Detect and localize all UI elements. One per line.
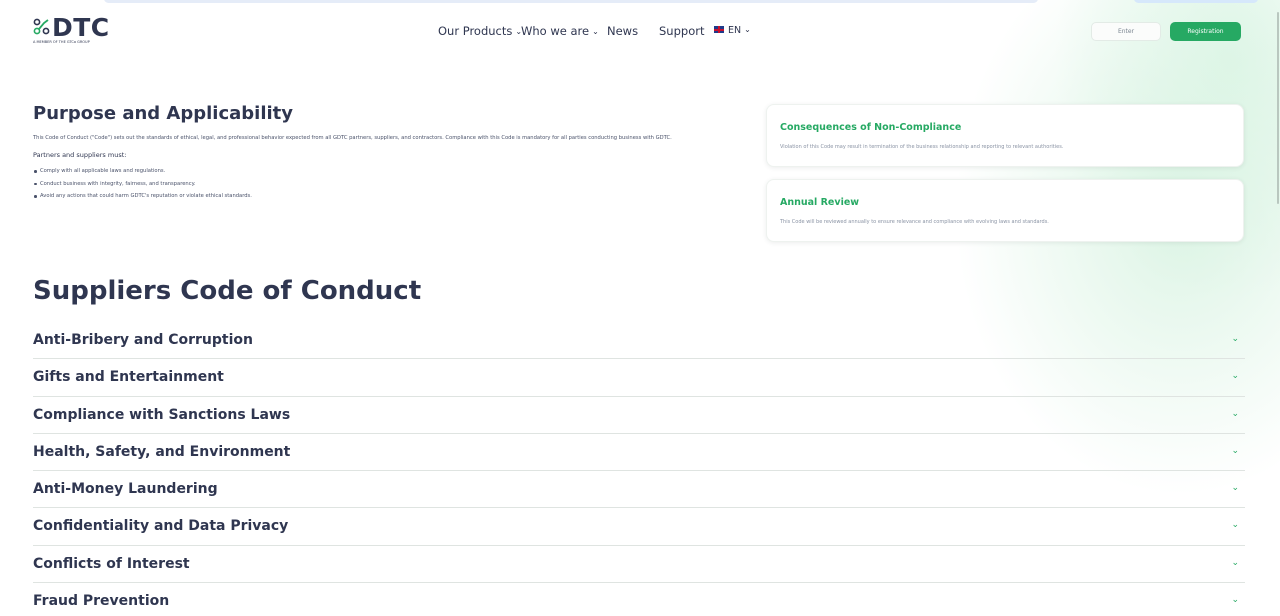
accordion-label: Health, Safety, and Environment: [33, 443, 291, 460]
list-item: Comply with all applicable laws and regu…: [33, 165, 753, 178]
nav-label: Our Products: [438, 24, 513, 38]
scrollbar-thumb[interactable]: [1277, 12, 1279, 204]
accordion-item-anti-bribery[interactable]: Anti-Bribery and Corruption ⌄: [33, 322, 1245, 360]
site-header: DTC A MEMBER OF THE GTCa GROUP Our Produ…: [0, 13, 1280, 50]
chevron-down-icon[interactable]: ⌄: [1231, 334, 1239, 344]
card-title: Annual Review: [780, 197, 860, 208]
chevron-down-icon[interactable]: ⌄: [1231, 409, 1239, 419]
accordion-label: Anti-Bribery and Corruption: [33, 332, 253, 348]
accordion-item-health-safety[interactable]: Health, Safety, and Environment ⌄: [33, 434, 1245, 472]
code-accordion: Anti-Bribery and Corruption ⌄ Gifts and …: [33, 322, 1245, 616]
nav-who-we-are[interactable]: Who we are ⌄: [521, 24, 599, 38]
accordion-label: Fraud Prevention: [33, 593, 170, 610]
enter-button[interactable]: Enter: [1091, 22, 1161, 41]
annual-review-card: Annual Review This Code will be reviewed…: [766, 179, 1244, 242]
nav-support[interactable]: Support: [659, 24, 704, 38]
chevron-down-icon: ⌄: [592, 27, 599, 36]
page-scrollbar[interactable]: [1276, 0, 1280, 616]
accordion-label: Confidentiality and Data Privacy: [33, 518, 289, 535]
accordion-item-conflicts[interactable]: Conflicts of Interest ⌄: [33, 546, 1245, 584]
accordion-label: Anti-Money Laundering: [33, 481, 218, 498]
nav-news[interactable]: News: [607, 24, 638, 38]
accordion-item-gifts[interactable]: Gifts and Entertainment ⌄: [33, 359, 1245, 397]
must-label: Partners and suppliers must:: [33, 151, 127, 159]
accordion-label: Gifts and Entertainment: [33, 369, 224, 386]
chevron-down-icon[interactable]: ⌄: [1231, 520, 1239, 530]
chevron-down-icon[interactable]: ⌄: [1231, 446, 1239, 456]
top-button-edge: [1134, 0, 1258, 3]
list-item: Avoid any actions that could harm GDTC's…: [33, 190, 753, 203]
consequences-card: Consequences of Non-Compliance Violation…: [766, 104, 1244, 167]
accordion-item-anti-money-laundering[interactable]: Anti-Money Laundering ⌄: [33, 471, 1245, 509]
browser-top-strip: [0, 0, 1280, 8]
language-selector[interactable]: EN ⌄: [714, 25, 751, 36]
registration-button[interactable]: Registration: [1170, 22, 1241, 41]
uk-flag-icon: [714, 26, 724, 33]
language-label: EN: [728, 25, 742, 36]
nav-our-products[interactable]: Our Products ⌄: [438, 24, 522, 38]
accordion-label: Compliance with Sanctions Laws: [33, 406, 291, 423]
logo-subtext: A MEMBER OF THE GTCa GROUP: [33, 40, 90, 44]
card-text: Violation of this Code may result in ter…: [780, 144, 1064, 150]
chevron-down-icon[interactable]: ⌄: [1231, 558, 1239, 568]
chevron-down-icon[interactable]: ⌄: [1231, 595, 1239, 605]
logo-text: DTC: [52, 13, 110, 42]
address-bar-edge: [104, 0, 1038, 3]
requirements-list: Comply with all applicable laws and regu…: [33, 165, 753, 203]
chevron-down-icon[interactable]: ⌄: [1231, 371, 1239, 381]
purpose-intro: This Code of Conduct ("Code") sets out t…: [33, 135, 672, 141]
dtc-logo[interactable]: DTC A MEMBER OF THE GTCa GROUP: [33, 13, 113, 48]
accordion-item-sanctions[interactable]: Compliance with Sanctions Laws ⌄: [33, 397, 1245, 434]
nav-label: News: [607, 24, 639, 38]
accordion-item-confidentiality[interactable]: Confidentiality and Data Privacy ⌄: [33, 508, 1245, 546]
chevron-down-icon: ⌄: [744, 25, 751, 34]
accordion-label: Conflicts of Interest: [33, 555, 190, 572]
accordion-item-fraud[interactable]: Fraud Prevention ⌄: [33, 583, 1245, 616]
chevron-down-icon[interactable]: ⌄: [1231, 483, 1239, 493]
card-title: Consequences of Non-Compliance: [780, 122, 962, 133]
dtc-logo-icon: [33, 18, 50, 35]
purpose-title: Purpose and Applicability: [33, 103, 294, 124]
list-item: Conduct business with integrity, fairnes…: [33, 178, 753, 191]
card-text: This Code will be reviewed annually to e…: [780, 219, 1049, 225]
nav-label: Support: [659, 24, 705, 38]
purpose-section: Purpose and Applicability This Code of C…: [33, 103, 753, 203]
nav-label: Who we are: [521, 24, 590, 38]
code-section-title: Suppliers Code of Conduct: [33, 276, 422, 306]
